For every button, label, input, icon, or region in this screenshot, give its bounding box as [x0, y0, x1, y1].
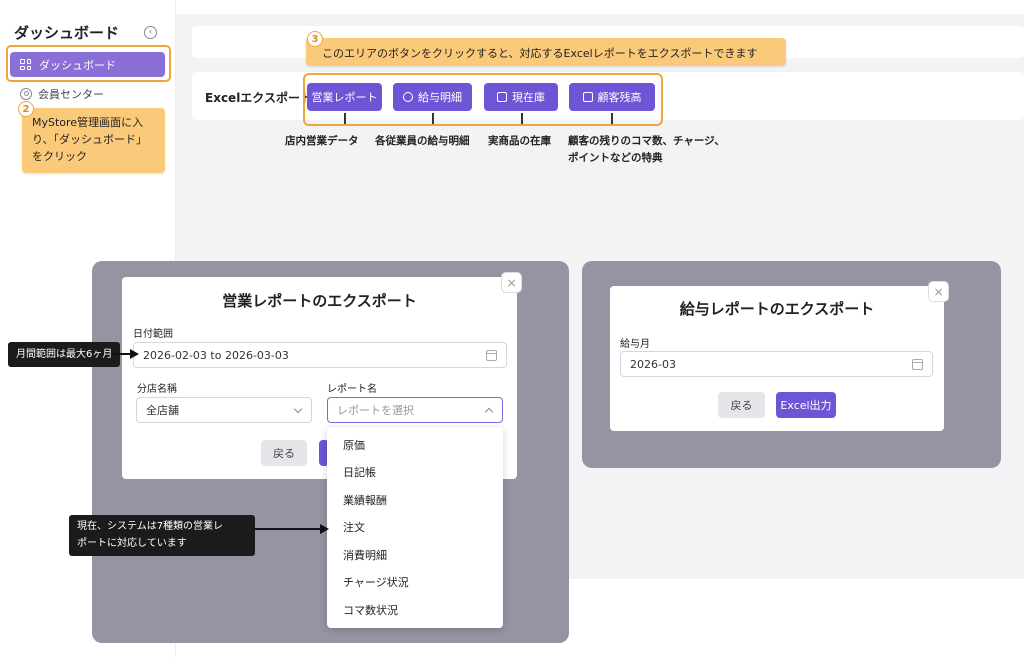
dropdown-option[interactable]: チャージ状況: [343, 574, 409, 590]
note-text: ポートに対応しています: [77, 538, 187, 549]
leader-line: [344, 113, 346, 124]
salary-export-modal: 給与レポートのエクスポート 給与月 2026-03 戻る Excel出力: [610, 286, 944, 431]
button-label: 営業レポート: [311, 91, 378, 104]
pay-month-input[interactable]: 2026-03: [620, 351, 933, 377]
calendar-icon: [912, 359, 923, 370]
dropdown-option[interactable]: 日記帳: [343, 464, 376, 480]
payroll-button[interactable]: 給与明細: [393, 83, 472, 111]
note-text: 現在、システムは7種類の営業レ: [77, 521, 224, 532]
dropdown-option[interactable]: 原価: [343, 437, 365, 453]
customer-balance-description: 顧客の残りのコマ数、チャージ、 ポイントなどの特典: [568, 133, 725, 167]
button-label: 現在庫: [512, 91, 545, 104]
report-name-label: レポート名: [327, 384, 377, 395]
leader-line: [432, 113, 434, 124]
coin-icon: [403, 92, 413, 102]
store-label: 分店名稱: [137, 384, 177, 395]
excel-export-label: Excelエクスポート: [205, 91, 312, 105]
modal-title: 給与レポートのエクスポート: [679, 300, 875, 318]
callout-text: をクリック: [32, 150, 87, 163]
payroll-description: 各従業員の給与明細: [375, 135, 470, 147]
lock-icon: [497, 92, 507, 102]
description-line: 顧客の残りのコマ数、チャージ、: [568, 135, 725, 147]
step2-callout: MyStore管理画面に入 り、「ダッシュボード」 をクリック: [22, 108, 165, 173]
callout-text: り、「ダッシュボード」: [32, 133, 148, 146]
pay-month-label: 給与月: [620, 339, 650, 350]
chevron-down-icon: [293, 404, 303, 414]
sidebar-item-label: 会員センター: [38, 88, 104, 101]
sales-report-description: 店内営業データ: [285, 135, 359, 147]
sidebar-item-label: ダッシュボード: [39, 58, 116, 72]
dropdown-option[interactable]: 消費明細: [343, 547, 387, 563]
arrow-line: [112, 353, 132, 355]
collapse-icon[interactable]: ‹: [144, 26, 157, 39]
date-range-input[interactable]: 2026-02-03 to 2026-03-03: [133, 342, 507, 368]
back-button[interactable]: 戻る: [261, 440, 307, 466]
modal-title: 営業レポートのエクスポート: [222, 292, 417, 310]
dropdown-option[interactable]: コマ数状況: [343, 602, 398, 618]
button-label: 顧客残高: [597, 91, 642, 104]
month-range-note: 月間範囲は最大6ヶ月: [8, 342, 121, 367]
callout-text: MyStore管理画面に入: [32, 116, 144, 129]
date-range-label: 日付範囲: [133, 329, 173, 340]
date-range-value: 2026-02-03 to 2026-03-03: [143, 348, 289, 362]
arrow-icon: [320, 524, 329, 534]
sidebar-item-dashboard[interactable]: ダッシュボード: [10, 52, 165, 77]
report-types-note: 現在、システムは7種類の営業レ ポートに対応しています: [69, 515, 255, 556]
inventory-button[interactable]: 現在庫: [484, 83, 558, 111]
dropdown-option[interactable]: 注文: [343, 519, 365, 535]
arrow-line: [255, 528, 321, 530]
dropdown-option[interactable]: 業績報酬: [343, 492, 387, 508]
sidebar-item-member-center[interactable]: 会員センター: [20, 86, 104, 102]
customer-balance-button[interactable]: 顧客残高: [569, 83, 655, 111]
close-icon[interactable]: ×: [928, 281, 949, 302]
grid-icon: [20, 59, 31, 70]
step3-callout: このエリアのボタンをクリックすると、対応するExcelレポートをエクスポートでき…: [306, 38, 786, 66]
description-line: ポイントなどの特典: [568, 152, 663, 164]
leader-line: [521, 113, 523, 124]
excel-output-button[interactable]: Excel出力: [776, 392, 836, 418]
store-select[interactable]: 全店舗: [136, 397, 312, 423]
report-dropdown: 原価 日記帳 業績報酬 注文 消費明細 チャージ状況 コマ数状況: [327, 427, 503, 628]
report-placeholder: レポートを選択: [337, 404, 414, 417]
step-badge: 2: [18, 101, 34, 117]
user-icon: [20, 88, 32, 100]
box-icon: [582, 92, 593, 102]
close-icon[interactable]: ×: [501, 272, 522, 293]
chevron-up-icon: [484, 407, 494, 417]
step-badge: 3: [307, 31, 323, 47]
calendar-icon: [486, 350, 497, 361]
sidebar-title: ダッシュボード: [14, 24, 120, 42]
sales-report-button[interactable]: 営業レポート: [307, 83, 382, 111]
leader-line: [611, 113, 613, 124]
pay-month-value: 2026-03: [630, 357, 676, 371]
callout-text: このエリアのボタンをクリックすると、対応するExcelレポートをエクスポートでき…: [322, 47, 758, 60]
store-value: 全店舗: [146, 404, 179, 417]
arrow-icon: [130, 349, 139, 359]
inventory-description: 実商品の在庫: [488, 135, 551, 147]
report-select[interactable]: レポートを選択: [327, 397, 503, 423]
button-label: 給与明細: [418, 91, 462, 104]
back-button[interactable]: 戻る: [718, 392, 765, 418]
